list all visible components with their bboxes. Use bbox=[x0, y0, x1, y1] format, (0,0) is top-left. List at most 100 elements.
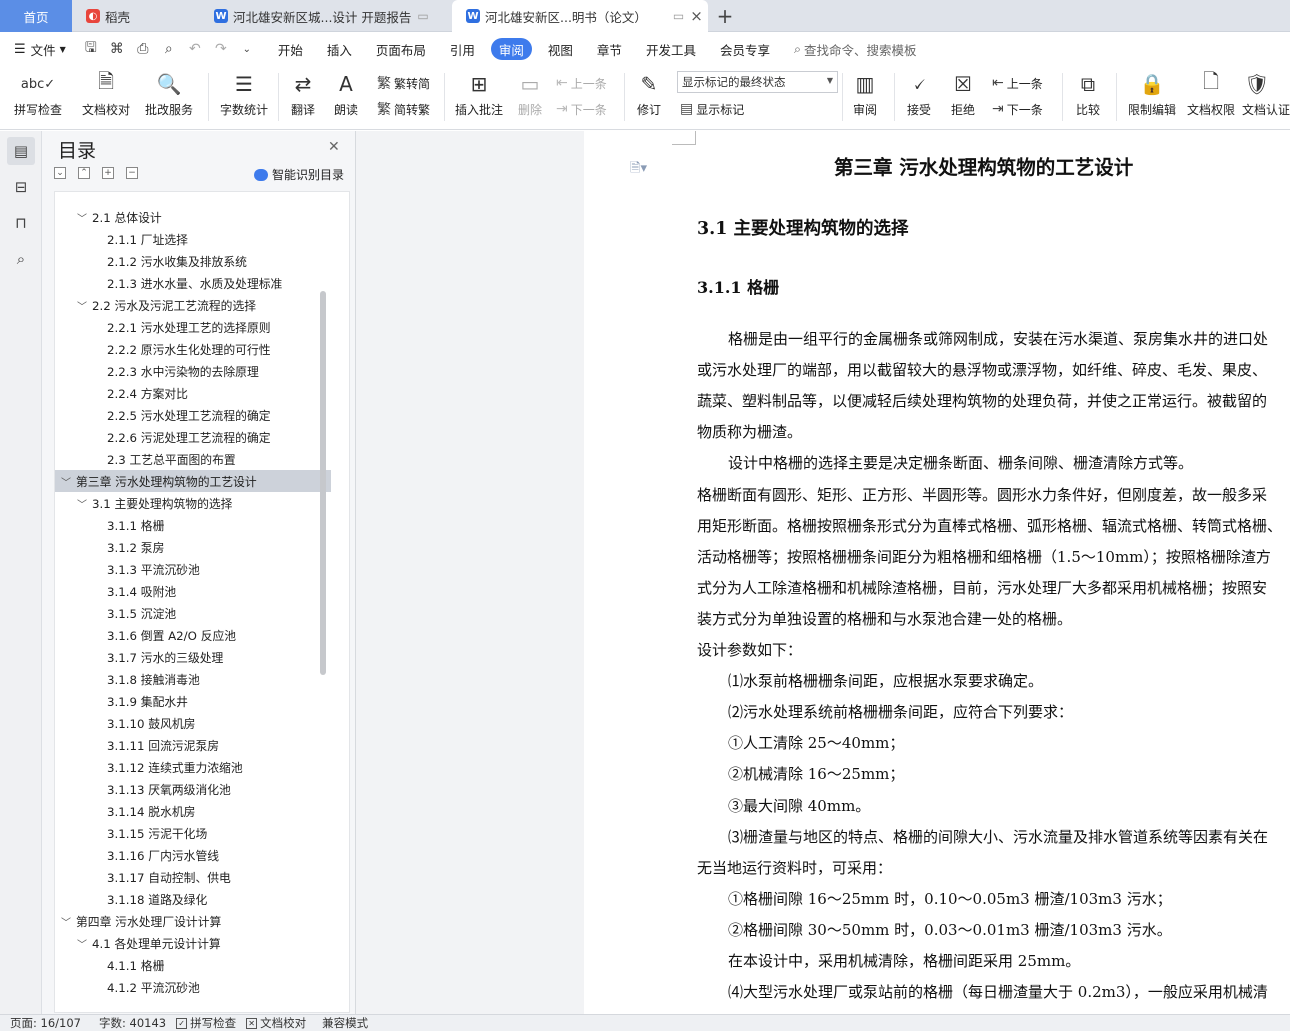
translate-button[interactable]: ⇄ 翻译 bbox=[285, 69, 321, 125]
restrict-edit-button[interactable]: 🔒 限制编辑 bbox=[1124, 69, 1180, 125]
toc-item[interactable]: 3.1.2 泵房 bbox=[55, 536, 331, 558]
doc-outline-icon[interactable]: 🗎▾ bbox=[630, 159, 647, 181]
outline-panel-icon[interactable]: ⊟ bbox=[7, 173, 35, 201]
toc-item[interactable]: 3.1.17 自动控制、供电 bbox=[55, 866, 331, 888]
toc-item[interactable]: ﹀ 2.2 污水及污泥工艺流程的选择 bbox=[55, 294, 331, 316]
toc-item[interactable]: 3.1.18 道路及绿化 bbox=[55, 888, 331, 910]
tab-home[interactable]: 首页 bbox=[0, 0, 72, 32]
remove-level-icon[interactable]: − bbox=[126, 167, 138, 179]
toc-item[interactable]: ﹀ 4.1 各处理单元设计计算 bbox=[55, 932, 331, 954]
smart-toc-button[interactable]: 智能识别目录 bbox=[254, 166, 344, 183]
markup-state-select[interactable]: 显示标记的最终状态 ▼ bbox=[677, 71, 838, 93]
redo-icon[interactable]: ↷ bbox=[208, 38, 234, 60]
toc-item[interactable]: 2.2.2 原污水生化处理的可行性 bbox=[55, 338, 331, 360]
read-aloud-button[interactable]: A 朗读 bbox=[328, 69, 364, 125]
menu-start[interactable]: 开始 bbox=[266, 38, 315, 60]
prev-change-button[interactable]: ⇤ 上一条 bbox=[992, 72, 1043, 94]
toc-item[interactable]: 3.1.12 连续式重力浓缩池 bbox=[55, 756, 331, 778]
toc-item[interactable]: 3.1.1 格栅 bbox=[55, 514, 331, 536]
toc-item[interactable]: ﹀ 3.1 主要处理构筑物的选择 bbox=[55, 492, 331, 514]
toc-item[interactable]: 2.2.1 污水处理工艺的选择原则 bbox=[55, 316, 331, 338]
quick-access-more-icon[interactable]: ⌄ bbox=[234, 38, 260, 60]
close-icon[interactable]: ✕ bbox=[328, 139, 340, 155]
word-count[interactable]: 字数: 40143 bbox=[99, 1015, 166, 1031]
toc-item[interactable]: 3.1.14 脱水机房 bbox=[55, 800, 331, 822]
toc-scrollbar[interactable] bbox=[320, 291, 326, 675]
command-search[interactable]: ⌕ 查找命令、搜索模板 bbox=[782, 38, 929, 60]
toc-item[interactable]: 3.1.10 鼓风机房 bbox=[55, 712, 331, 734]
toc-item[interactable]: 3.1.4 吸附池 bbox=[55, 580, 331, 602]
save-icon[interactable]: 🖫 bbox=[78, 38, 104, 60]
menu-insert[interactable]: 插入 bbox=[315, 38, 364, 60]
doc-permission-button[interactable]: 🗋 文档权限 bbox=[1184, 69, 1238, 125]
menu-chapter[interactable]: 章节 bbox=[585, 38, 634, 60]
toc-item[interactable]: ﹀ 2.1 总体设计 bbox=[55, 206, 331, 228]
chevron-down-icon[interactable]: ﹀ bbox=[59, 474, 73, 489]
insert-comment-button[interactable]: ⊞ 插入批注 bbox=[452, 69, 506, 125]
toc-item[interactable]: 3.1.11 回流污泥泵房 bbox=[55, 734, 331, 756]
menu-review[interactable]: 审阅 bbox=[490, 38, 532, 60]
doc-cert-button[interactable]: 🛡 文档认证 bbox=[1242, 69, 1290, 125]
toc-item[interactable]: 3.1.13 厌氧两级消化池 bbox=[55, 778, 331, 800]
reject-button[interactable]: ☒ 拒绝 bbox=[944, 69, 982, 125]
document-page[interactable]: 🗎▾ 第三章 污水处理构筑物的工艺设计 3.1 主要处理构筑物的选择 3.1.1… bbox=[584, 131, 1290, 1014]
toc-item[interactable]: 2.1.3 进水水量、水质及处理标准 bbox=[55, 272, 331, 294]
status-spell-check[interactable]: ✓ 拼写检查 bbox=[176, 1015, 236, 1031]
next-comment-button[interactable]: ⇥ 下一条 bbox=[556, 98, 607, 120]
toc-item[interactable]: 4.1.1 格栅 bbox=[55, 954, 331, 976]
search-icon[interactable]: ⌕ bbox=[7, 245, 35, 273]
toc-item[interactable]: 3.1.5 沉淀池 bbox=[55, 602, 331, 624]
show-markup-button[interactable]: ▤ 显示标记 bbox=[680, 98, 744, 120]
toc-item[interactable]: 3.1.8 接触消毒池 bbox=[55, 668, 331, 690]
menu-devtools[interactable]: 开发工具 bbox=[634, 38, 708, 60]
file-menu[interactable]: ☰ 文件 ▼ bbox=[0, 38, 78, 60]
new-tab-button[interactable]: + bbox=[712, 0, 738, 32]
menu-view[interactable]: 视图 bbox=[536, 38, 585, 60]
track-changes-button[interactable]: ✎ 修订 bbox=[630, 69, 668, 125]
bookmark-icon[interactable]: ⊓ bbox=[7, 209, 35, 237]
add-level-icon[interactable]: + bbox=[102, 167, 114, 179]
collapse-all-icon[interactable]: ⌄ bbox=[54, 167, 66, 179]
toc-item[interactable]: 2.2.6 污泥处理工艺流程的确定 bbox=[55, 426, 331, 448]
page-count[interactable]: 页面: 16/107 bbox=[10, 1015, 81, 1031]
toc-panel-icon[interactable]: ▤ bbox=[7, 137, 35, 165]
compare-button[interactable]: ⧉ 比较 bbox=[1068, 69, 1108, 125]
toc-item[interactable]: 4.1.2 平流沉砂池 bbox=[55, 976, 331, 998]
toc-item[interactable]: 3.1.6 倒置 A2/O 反应池 bbox=[55, 624, 331, 646]
print-preview-icon[interactable]: ⌕ bbox=[156, 38, 182, 60]
tab-doc2[interactable]: W 河北雄安新区...明书（论文） ▭ × bbox=[452, 0, 708, 32]
toc-item[interactable]: 2.3 工艺总平面图的布置 bbox=[55, 448, 331, 470]
trad-to-simp-button[interactable]: 繁 繁转简 bbox=[377, 72, 430, 94]
toc-item[interactable]: 2.2.5 污水处理工艺流程的确定 bbox=[55, 404, 331, 426]
prev-comment-button[interactable]: ⇤ 上一条 bbox=[556, 72, 607, 94]
menu-layout[interactable]: 页面布局 bbox=[364, 38, 438, 60]
spell-check-button[interactable]: abc✓ 拼写检查 bbox=[10, 69, 66, 125]
undo-icon[interactable]: ↶ bbox=[182, 38, 208, 60]
delete-comment-button[interactable]: ▭ 删除 bbox=[510, 69, 550, 125]
menu-member[interactable]: 会员专享 bbox=[708, 38, 782, 60]
status-doc-proof[interactable]: ✕ 文档校对 bbox=[246, 1015, 306, 1031]
chevron-down-icon[interactable]: ﹀ bbox=[75, 936, 89, 951]
next-change-button[interactable]: ⇥ 下一条 bbox=[992, 98, 1043, 120]
simp-to-trad-button[interactable]: 繁 简转繁 bbox=[377, 98, 430, 120]
toc-item[interactable]: 2.2.4 方案对比 bbox=[55, 382, 331, 404]
toc-item[interactable]: 3.1.7 污水的三级处理 bbox=[55, 646, 331, 668]
accept-button[interactable]: 🗸 接受 bbox=[900, 69, 938, 125]
toc-item[interactable]: 3.1.9 集配水井 bbox=[55, 690, 331, 712]
toc-item[interactable]: 3.1.16 厂内污水管线 bbox=[55, 844, 331, 866]
menu-reference[interactable]: 引用 bbox=[438, 38, 487, 60]
chevron-down-icon[interactable]: ﹀ bbox=[75, 298, 89, 313]
toc-item[interactable]: 3.1.15 污泥干化场 bbox=[55, 822, 331, 844]
word-count-button[interactable]: ☰ 字数统计 bbox=[218, 69, 270, 125]
tab-close-icon[interactable]: × bbox=[690, 7, 703, 25]
toc-item[interactable]: 2.2.3 水中污染物的去除原理 bbox=[55, 360, 331, 382]
chevron-down-icon[interactable]: ﹀ bbox=[59, 914, 73, 929]
toc-item[interactable]: ﹀ 第三章 污水处理构筑物的工艺设计 bbox=[55, 470, 331, 492]
batch-service-button[interactable]: 🔍 批改服务 bbox=[140, 69, 198, 125]
chevron-down-icon[interactable]: ﹀ bbox=[75, 496, 89, 511]
format-painter-icon[interactable]: ⌘ bbox=[104, 38, 130, 60]
chevron-down-icon[interactable]: ﹀ bbox=[75, 210, 89, 225]
doc-proof-button[interactable]: 🗎 文档校对 bbox=[78, 69, 134, 125]
expand-up-icon[interactable]: ⌃ bbox=[78, 167, 90, 179]
review-pane-button[interactable]: ▥ 审阅 bbox=[846, 69, 884, 125]
